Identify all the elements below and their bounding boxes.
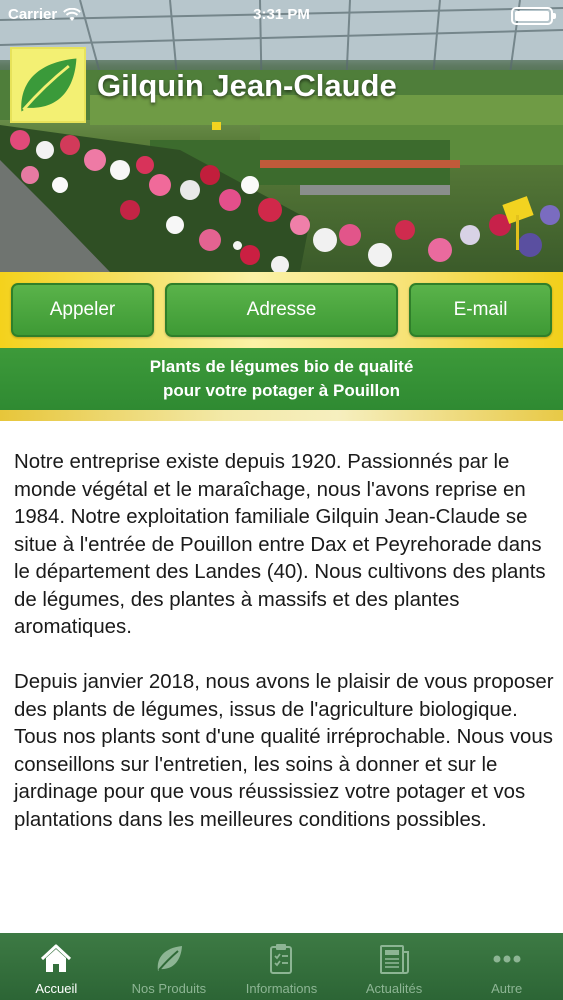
tagline-line-2: pour votre potager à Pouillon bbox=[162, 381, 401, 400]
leaf-icon bbox=[157, 946, 182, 971]
action-bar: Appeler Adresse E-mail bbox=[0, 272, 563, 348]
tab-label: Actualités bbox=[365, 981, 423, 996]
call-button[interactable]: Appeler bbox=[11, 283, 154, 337]
tagline-banner: Plants de légumes bio de qualité pour vo… bbox=[0, 348, 563, 410]
clipboard-icon bbox=[270, 944, 293, 974]
status-time: 3:31 PM bbox=[253, 6, 310, 23]
tab-informations[interactable]: Informations bbox=[225, 933, 338, 1000]
battery-icon bbox=[511, 7, 556, 25]
address-button[interactable]: Adresse bbox=[165, 283, 398, 337]
company-name: Gilquin Jean-Claude bbox=[97, 68, 397, 103]
status-bar: Carrier 3:31 PM bbox=[0, 0, 563, 30]
leaf-icon bbox=[21, 58, 77, 112]
tab-actualites[interactable]: Actualités bbox=[338, 933, 451, 1000]
tab-label: Accueil bbox=[35, 981, 78, 996]
hero-banner[interactable]: Carrier 3:31 PM Gilquin Jean-Claude bbox=[0, 0, 563, 272]
tab-autre[interactable]: Autre bbox=[450, 933, 563, 1000]
battery-fill bbox=[515, 11, 549, 21]
greenhouse-photo bbox=[0, 0, 563, 272]
carousel-page-indicator[interactable] bbox=[233, 241, 242, 250]
tab-nos-produits[interactable]: Nos Produits bbox=[113, 933, 226, 1000]
newspaper-icon bbox=[380, 945, 410, 974]
company-logo bbox=[10, 47, 86, 123]
home-icon bbox=[41, 944, 72, 972]
tab-label: Autre bbox=[491, 981, 523, 996]
tab-accueil[interactable]: Accueil bbox=[0, 933, 113, 1000]
tab-label: Nos Produits bbox=[131, 981, 207, 996]
tab-bar: Accueil Nos Produits Informations Actual… bbox=[0, 933, 563, 1000]
tab-label: Informations bbox=[245, 981, 318, 996]
tagline-divider bbox=[0, 410, 563, 421]
more-icon bbox=[493, 955, 521, 963]
about-text: Notre entreprise existe depuis 1920. Pas… bbox=[14, 449, 554, 862]
about-paragraph: Notre entreprise existe depuis 1920. Pas… bbox=[14, 451, 546, 638]
email-button[interactable]: E-mail bbox=[409, 283, 552, 337]
tagline-line-1: Plants de légumes bio de qualité bbox=[149, 357, 414, 376]
about-paragraph: Depuis janvier 2018, nous avons le plais… bbox=[14, 671, 554, 831]
